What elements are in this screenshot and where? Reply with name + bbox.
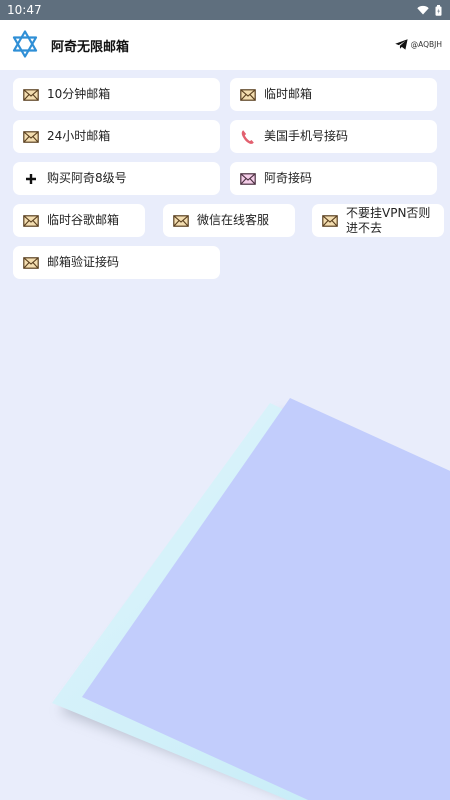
button-label: 邮箱验证接码 bbox=[47, 255, 120, 269]
button-label: 10分钟邮箱 bbox=[47, 87, 111, 101]
buy-account-button[interactable]: 购买阿奇8级号 bbox=[13, 162, 220, 195]
app-bar: 阿奇无限邮箱 @AQBJH bbox=[0, 20, 450, 70]
button-label: 微信在线客服 bbox=[197, 213, 270, 227]
status-time: 10:47 bbox=[7, 3, 42, 17]
temp-gmail-button[interactable]: 临时谷歌邮箱 bbox=[13, 204, 145, 237]
temp-mail-button[interactable]: 临时邮箱 bbox=[230, 78, 437, 111]
plus-icon bbox=[23, 173, 39, 185]
email-verify-sms-button[interactable]: 邮箱验证接码 bbox=[13, 246, 220, 279]
button-label: 美国手机号接码 bbox=[264, 129, 349, 143]
envelope-icon bbox=[240, 88, 256, 101]
wifi-icon bbox=[417, 5, 429, 15]
button-label: 购买阿奇8级号 bbox=[47, 171, 127, 185]
no-vpn-notice-button[interactable]: 不要挂VPN否则进不去 bbox=[312, 204, 444, 237]
envelope-icon bbox=[322, 214, 338, 227]
aqi-sms-button[interactable]: 阿奇接码 bbox=[230, 162, 437, 195]
star-of-david-logo-icon bbox=[12, 30, 38, 58]
status-icons bbox=[417, 4, 442, 16]
envelope-icon bbox=[23, 88, 39, 101]
24h-mail-button[interactable]: 24小时邮箱 bbox=[13, 120, 220, 153]
ten-minute-mail-button[interactable]: 10分钟邮箱 bbox=[13, 78, 220, 111]
button-label: 临时邮箱 bbox=[264, 87, 313, 101]
wechat-support-button[interactable]: 微信在线客服 bbox=[163, 204, 295, 237]
telegram-icon bbox=[394, 39, 408, 50]
button-label: 24小时邮箱 bbox=[47, 129, 111, 143]
phone-icon bbox=[240, 129, 256, 144]
envelope-icon bbox=[23, 214, 39, 227]
button-label: 不要挂VPN否则进不去 bbox=[346, 205, 431, 235]
pink-envelope-icon bbox=[240, 172, 256, 185]
button-label: 临时谷歌邮箱 bbox=[47, 213, 120, 227]
button-label: 阿奇接码 bbox=[264, 171, 313, 185]
status-bar: 10:47 bbox=[0, 0, 450, 20]
envelope-icon bbox=[23, 130, 39, 143]
telegram-link[interactable]: @AQBJH bbox=[394, 39, 442, 50]
envelope-icon bbox=[173, 214, 189, 227]
us-phone-sms-button[interactable]: 美国手机号接码 bbox=[230, 120, 437, 153]
battery-icon bbox=[435, 4, 442, 16]
app-title: 阿奇无限邮箱 bbox=[51, 40, 130, 55]
telegram-handle: @AQBJH bbox=[410, 40, 442, 49]
envelope-icon bbox=[23, 256, 39, 269]
